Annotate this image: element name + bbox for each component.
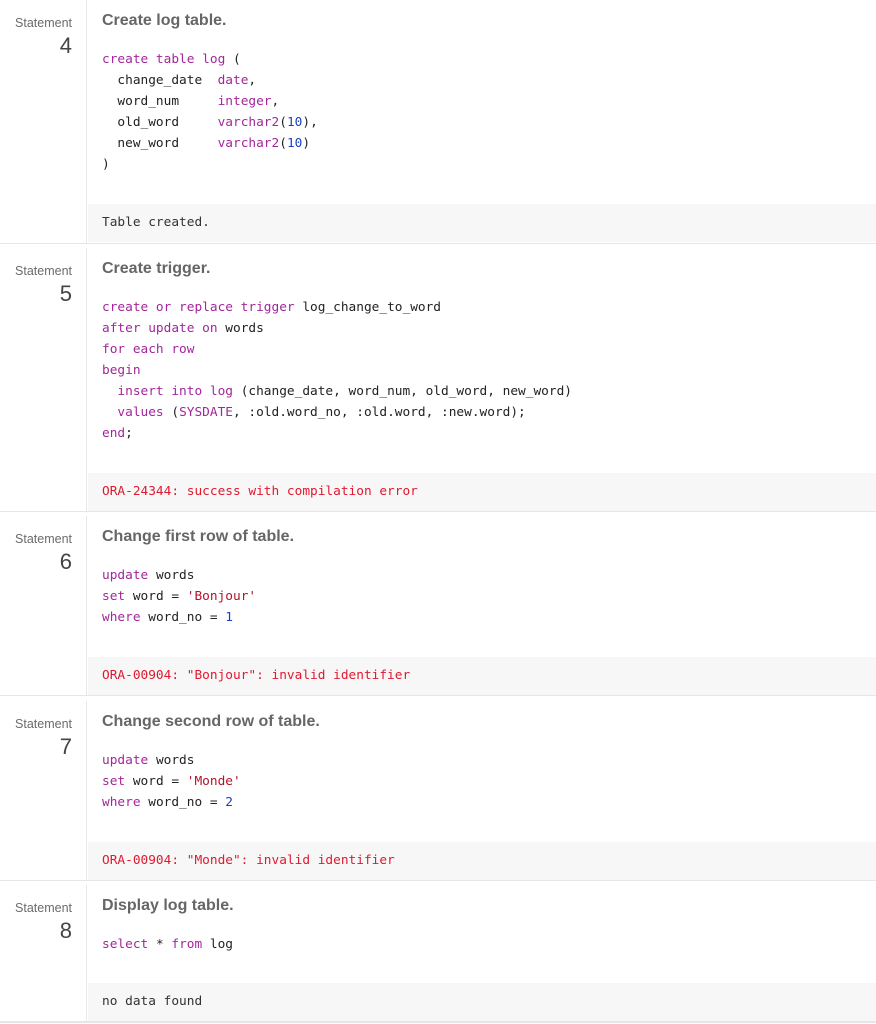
statement-title: Create trigger. [102,260,211,277]
code-token-kw: from [171,937,203,952]
statement-block: Statement 8 Display log table. select * … [0,885,876,1021]
statement-title: Change first row of table. [102,528,295,545]
divider [0,243,876,244]
statement-block: Statement 5 Create trigger. create or re… [0,248,876,511]
code-token-kw: SYSDATE [179,405,233,420]
code-token-kw: varchar2 [217,115,280,130]
code-token-kw: select [102,937,149,952]
result-output: ORA-00904: "Monde": invalid identifier [88,842,876,880]
result-output: ORA-00904: "Bonjour": invalid identifier [88,657,876,695]
code-block[interactable]: update words set word = 'Monde' where wo… [102,750,241,813]
statement-title: Change second row of table. [102,713,320,730]
statement-number: 7 [59,734,72,759]
code-block[interactable]: select * from log [102,934,233,955]
code-token-kw: begin [102,363,141,378]
statement-label: Statement [15,16,72,30]
divider [0,695,876,696]
code-token-txt: word = [125,589,187,604]
code-token-kw: update [102,753,149,768]
code-token-kw: where [102,795,141,810]
code-token-txt: ; [125,426,133,441]
code-token-kw: set [102,774,126,789]
code-token-txt: ( [279,115,287,130]
code-token-txt: , [271,94,280,109]
statement-label: Statement [15,717,72,731]
code-token-txt: ), [302,115,318,130]
code-token-kw: create or replace trigger [102,300,295,315]
statement-label: Statement [15,264,72,278]
code-token-kw: varchar2 [217,136,280,151]
statement-gutter: Statement 8 [0,885,87,1021]
code-token-kw: after update on [102,321,218,336]
statement-block: Statement 7 Change second row of table. … [0,701,876,880]
statement-gutter: Statement 6 [0,516,87,695]
statement-number: 4 [59,33,72,58]
result-output: no data found [88,983,876,1021]
statement-number: 6 [59,549,72,574]
code-token-str: 'Monde' [186,774,241,789]
code-token-txt: (change_date, word_num, old_word, new_wo… [232,384,572,399]
code-token-num: 10 [286,136,303,151]
code-token-kw: values [102,405,164,420]
code-token-kw: for each row [102,342,195,357]
statement-gutter: Statement 4 [0,0,87,243]
statement-gutter: Statement 5 [0,248,87,511]
code-token-txt: ) [302,136,311,151]
code-token-kw: date [217,73,249,88]
code-token-txt: word_no = [140,610,226,625]
result-output: Table created. [88,204,876,242]
code-token-str: 'Bonjour' [186,589,257,604]
code-token-txt: words [148,568,195,583]
statement-title: Create log table. [102,12,227,29]
divider [0,511,876,512]
statement-block: Statement 4 Create log table. create tab… [0,0,876,243]
code-token-num: 10 [286,115,303,130]
statement-block: Statement 6 Change first row of table. u… [0,516,876,695]
code-token-txt: new_word [102,136,218,151]
code-token-txt: ( [279,136,287,151]
code-token-kw: end [102,426,126,441]
code-token-kw: integer [217,94,272,109]
code-token-txt: word_no = [140,795,226,810]
code-token-kw: insert into log [102,384,233,399]
code-token-num: 2 [225,795,233,810]
code-token-kw: create table log [102,52,226,67]
statement-number: 5 [59,281,72,306]
divider [0,1021,876,1023]
code-token-txt: word = [125,774,187,789]
code-token-txt: log_change_to_word [294,300,442,315]
code-block[interactable]: create or replace trigger log_change_to_… [102,297,572,444]
code-token-kw: where [102,610,141,625]
result-output: ORA-24344: success with compilation erro… [88,473,876,511]
code-token-txt: words [148,753,195,768]
code-token-kw: set [102,589,126,604]
code-token-txt: * [148,937,172,952]
statement-label: Statement [15,901,72,915]
code-token-txt: , [248,73,257,88]
code-token-txt: old_word [102,115,218,130]
code-token-num: 1 [225,610,233,625]
statement-gutter: Statement 7 [0,701,87,880]
statement-title: Display log table. [102,897,234,914]
code-token-txt: words [217,321,264,336]
code-token-txt: ) [102,157,110,172]
code-token-kw: update [102,568,149,583]
code-token-txt: change_date [102,73,218,88]
code-token-txt: log [202,937,234,952]
code-token-txt: ( [163,405,180,420]
code-token-txt: ( [225,52,241,67]
statement-label: Statement [15,532,72,546]
code-block[interactable]: update words set word = 'Bonjour' where … [102,565,256,628]
code-block[interactable]: create table log ( change_date date, wor… [102,49,318,175]
code-token-txt: , :old.word_no, :old.word, :new.word); [233,405,526,420]
statement-number: 8 [59,918,72,943]
divider [0,880,876,881]
code-token-txt: word_num [102,94,218,109]
